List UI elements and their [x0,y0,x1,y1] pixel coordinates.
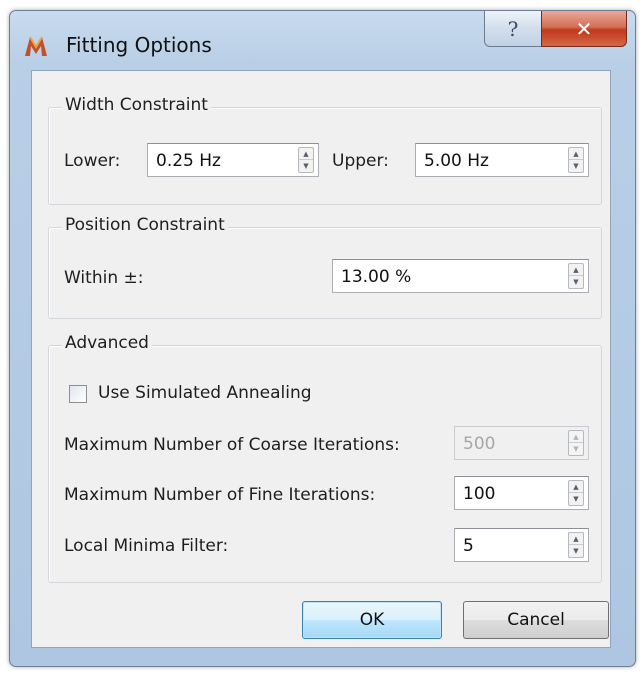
lower-label: Lower: [64,151,121,171]
upper-width-value: 5.00 Hz [424,151,489,171]
within-label: Within ±: [64,268,144,288]
spin-arrows: ▲ ▼ [568,532,584,558]
ok-button[interactable]: OK [302,601,442,639]
simulated-annealing-label[interactable]: Use Simulated Annealing [98,383,312,403]
coarse-iterations-spinbox: 500 ▲ ▼ [454,426,589,460]
fine-iterations-spinbox[interactable]: 100 ▲ ▼ [454,476,589,510]
spin-arrows: ▲ ▼ [298,147,314,173]
arrow-up-icon[interactable]: ▲ [569,481,583,493]
title-bar[interactable]: Fitting Options ? ✕ [10,11,635,73]
close-button[interactable]: ✕ [541,11,627,47]
close-icon: ✕ [575,16,593,41]
arrow-down-icon[interactable]: ▼ [569,276,583,288]
simulated-annealing-checkbox[interactable] [69,385,87,403]
advanced-title: Advanced [62,333,152,353]
arrow-up-icon[interactable]: ▲ [299,148,313,160]
arrow-down-icon[interactable]: ▼ [569,160,583,172]
arrow-up-icon[interactable]: ▲ [569,533,583,545]
spin-arrows: ▲ ▼ [568,430,584,456]
window-title: Fitting Options [66,33,212,57]
cancel-button[interactable]: Cancel [463,601,609,639]
upper-label: Upper: [332,151,389,171]
arrow-down-icon[interactable]: ▼ [299,160,313,172]
lower-width-value: 0.25 Hz [156,151,221,171]
arrow-up-icon[interactable]: ▲ [569,264,583,276]
dialog-content: Width Constraint Lower: 0.25 Hz ▲ ▼ Uppe… [31,70,611,648]
position-constraint-title: Position Constraint [62,215,228,235]
arrow-up-icon: ▲ [569,431,583,443]
local-minima-value: 5 [463,536,474,556]
spin-arrows: ▲ ▼ [568,147,584,173]
m-logo-icon [25,36,47,56]
fine-iterations-value: 100 [463,484,496,504]
spin-arrows: ▲ ▼ [568,480,584,506]
fine-iterations-label: Maximum Number of Fine Iterations: [64,485,376,505]
arrow-down-icon: ▼ [573,445,579,453]
arrow-down-icon[interactable]: ▼ [569,545,583,557]
help-icon: ? [507,16,519,41]
local-minima-label: Local Minima Filter: [64,536,229,556]
spin-arrows: ▲ ▼ [568,263,584,289]
local-minima-spinbox[interactable]: 5 ▲ ▼ [454,528,589,562]
position-within-spinbox[interactable]: 13.00 % ▲ ▼ [332,259,589,293]
upper-width-spinbox[interactable]: 5.00 Hz ▲ ▼ [415,143,589,177]
help-button[interactable]: ? [484,11,542,47]
arrow-down-icon[interactable]: ▼ [569,493,583,505]
arrow-up-icon[interactable]: ▲ [569,148,583,160]
coarse-iterations-value: 500 [463,434,496,454]
coarse-iterations-label: Maximum Number of Coarse Iterations: [64,435,400,455]
position-within-value: 13.00 % [341,267,412,287]
width-constraint-title: Width Constraint [62,95,211,115]
lower-width-spinbox[interactable]: 0.25 Hz ▲ ▼ [147,143,319,177]
